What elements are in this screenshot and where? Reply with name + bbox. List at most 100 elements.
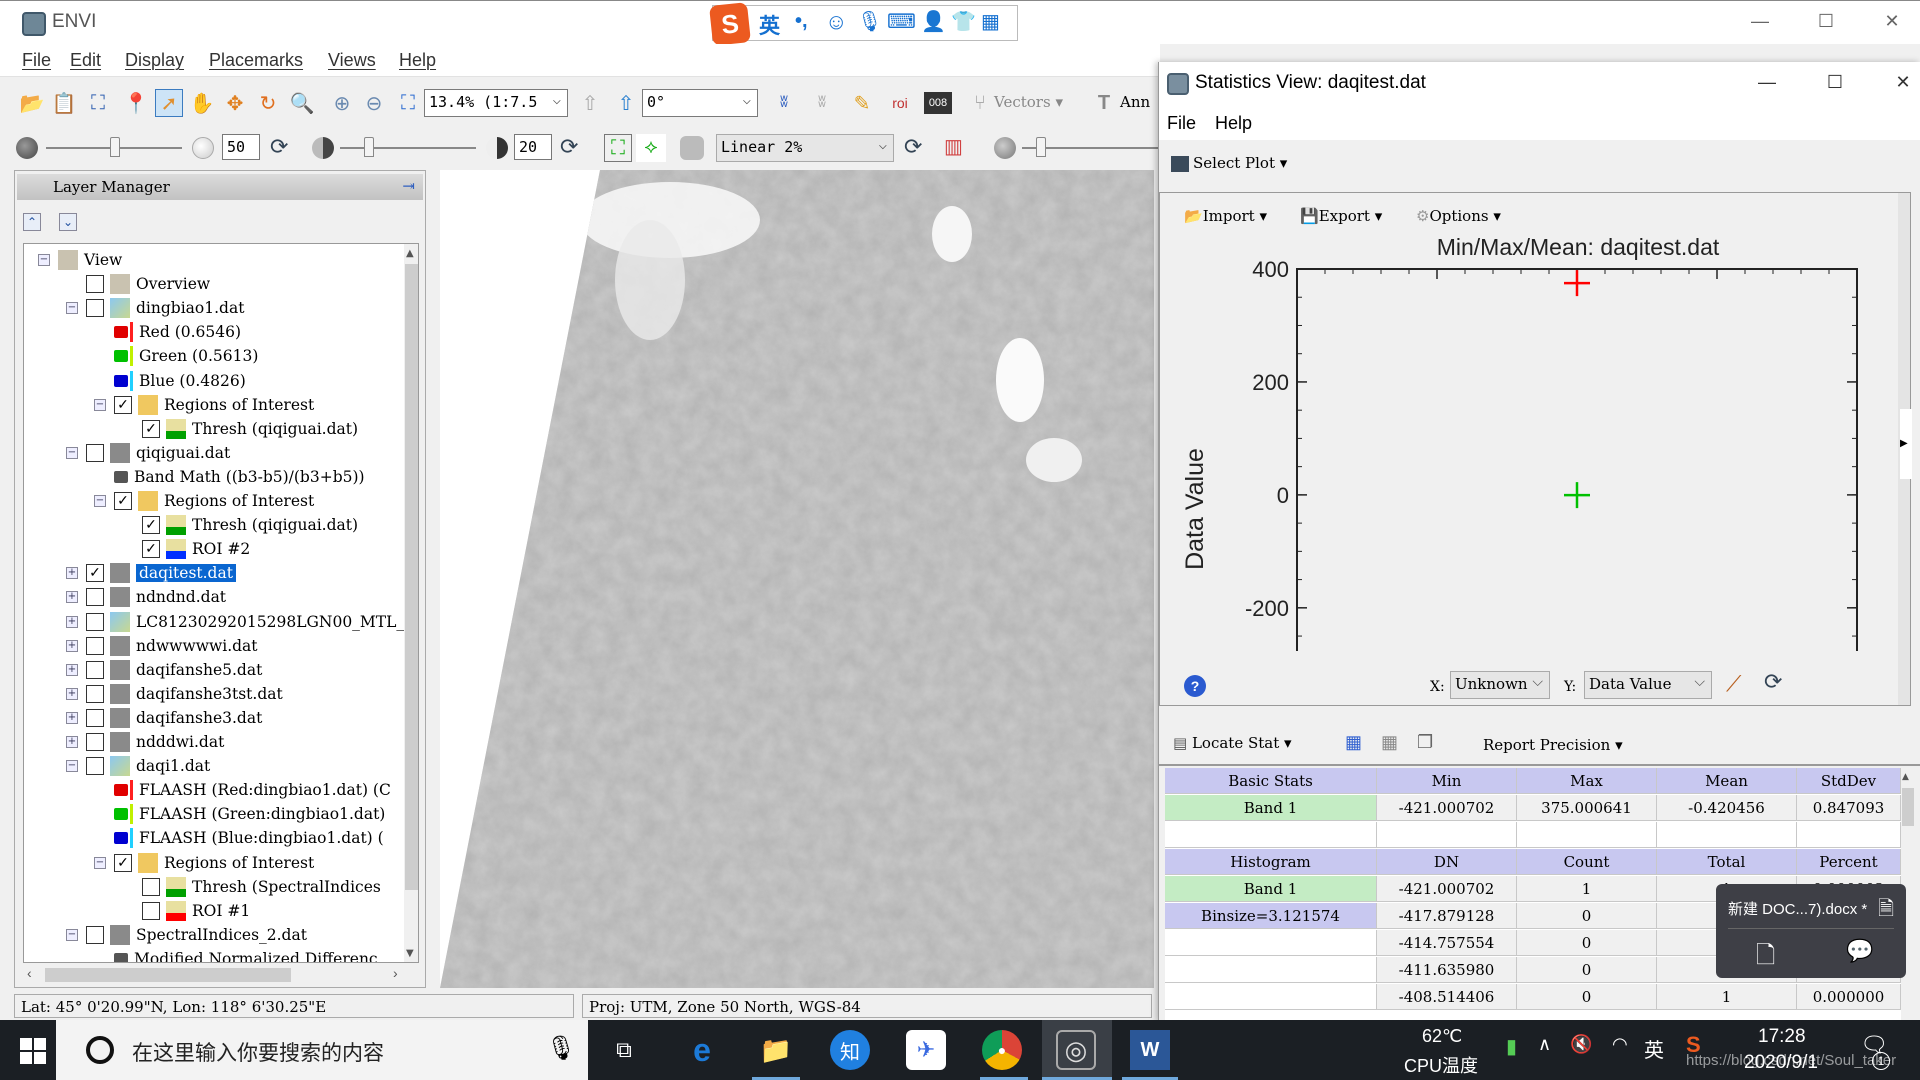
pixel-locator-icon[interactable]: 008: [924, 92, 952, 114]
annotation-icon[interactable]: T: [1090, 89, 1118, 117]
layer-checkbox[interactable]: [86, 275, 104, 294]
basic-stats-row-cell[interactable]: 0.847093: [1797, 795, 1901, 821]
chrome-icon[interactable]: ●: [982, 1030, 1022, 1070]
emoji-icon[interactable]: ☺: [825, 9, 847, 35]
layer-tree-item[interactable]: ✓ Thresh (qiqiguai.dat): [142, 417, 358, 441]
basic-stats-row-cell[interactable]: -421.000702: [1377, 795, 1517, 821]
stats-menu-file[interactable]: File: [1167, 113, 1196, 134]
export-button[interactable]: 💾Export ▾: [1300, 207, 1382, 225]
crop-icon[interactable]: ⛶: [84, 89, 112, 117]
layer-tree-item[interactable]: − qiqiguai.dat: [66, 441, 230, 465]
clipboard-icon[interactable]: 📋: [50, 89, 78, 117]
histogram-row-cell[interactable]: 0.000000: [1797, 984, 1901, 1010]
histogram-row-cell[interactable]: Binsize=3.121574: [1165, 903, 1377, 929]
reset-contrast-icon[interactable]: ⟳: [560, 134, 578, 160]
expand-icon[interactable]: +: [66, 639, 78, 652]
new-file-icon[interactable]: 🗋: [1756, 938, 1775, 979]
data-extent-icon[interactable]: ⟡: [636, 134, 666, 162]
layer-checkbox[interactable]: ✓: [114, 853, 132, 872]
layer-checkbox[interactable]: ✓: [86, 564, 104, 583]
file-icon[interactable]: 🗎: [1878, 894, 1894, 928]
blank-row-cell[interactable]: [1517, 822, 1657, 848]
layer-checkbox[interactable]: [86, 299, 104, 318]
basic-stats-row-cell[interactable]: Band 1: [1165, 795, 1377, 821]
image-view[interactable]: [440, 170, 1154, 988]
collapse-icon[interactable]: −: [66, 928, 78, 941]
brightness-input[interactable]: 50: [222, 134, 260, 160]
stats-close-button[interactable]: ✕: [1883, 72, 1920, 93]
layer-tree-item[interactable]: − SpectralIndices_2.dat: [66, 923, 307, 947]
feishu-icon[interactable]: ✈: [906, 1030, 946, 1070]
expand-icon[interactable]: +: [66, 687, 78, 700]
contrast-slider[interactable]: [340, 147, 476, 149]
blank-row-cell[interactable]: [1797, 822, 1901, 848]
blank-row-cell[interactable]: [1657, 822, 1797, 848]
expand-icon[interactable]: +: [66, 736, 78, 748]
stats-minimize-button[interactable]: —: [1747, 72, 1787, 93]
import-button[interactable]: 📂Import ▾: [1184, 207, 1267, 225]
layer-tree-item[interactable]: + ndwwwwwi.dat: [66, 634, 258, 658]
zoom-out-icon[interactable]: ⊖: [360, 89, 388, 117]
layer-tree-item[interactable]: Blue (0.4826): [114, 369, 246, 393]
collapse-icon[interactable]: −: [94, 398, 106, 411]
north-up-icon[interactable]: ⇧: [576, 89, 604, 117]
wifi-icon[interactable]: ◠: [1612, 1034, 1628, 1055]
scrollbar-thumb[interactable]: [1902, 788, 1914, 826]
layer-tree-item[interactable]: ✓ Thresh (qiqiguai.dat): [142, 513, 358, 537]
collapse-icon[interactable]: −: [66, 446, 78, 459]
zoom-in-icon[interactable]: ⊕: [328, 89, 356, 117]
histogram-row-cell[interactable]: [1165, 930, 1377, 956]
dock-icon[interactable]: ⇥: [402, 177, 415, 195]
y-axis-select[interactable]: Data Value ⌵: [1584, 671, 1712, 699]
stats-maximize-button[interactable]: ☐: [1815, 72, 1855, 93]
histogram-row-cell[interactable]: 0: [1517, 930, 1657, 956]
histogram-row-cell[interactable]: 1: [1517, 876, 1657, 902]
histogram-row-cell[interactable]: 0: [1517, 903, 1657, 929]
histogram-row-cell[interactable]: -421.000702: [1377, 876, 1517, 902]
open-file-icon[interactable]: 📂: [18, 89, 46, 117]
layer-tree-item[interactable]: + LC81230292015298LGN00_MTL_Mul: [66, 610, 418, 634]
task-view-icon[interactable]: ⧉: [604, 1030, 644, 1070]
layer-tree-item[interactable]: + ✓ daqitest.dat: [66, 561, 236, 585]
stretch-combo[interactable]: Linear 2% ⌵: [716, 134, 894, 162]
layer-tree-item[interactable]: + daqifanshe3tst.dat: [66, 682, 283, 706]
sogou-icon[interactable]: S: [709, 2, 751, 46]
close-button[interactable]: ✕: [1872, 11, 1912, 32]
basic-stats-row-cell[interactable]: 375.000641: [1517, 795, 1657, 821]
rotate-icon[interactable]: ↻: [254, 89, 282, 117]
histogram-row-cell[interactable]: [1165, 957, 1377, 983]
histogram-row-cell[interactable]: -411.635980: [1377, 957, 1517, 983]
minimize-button[interactable]: —: [1740, 11, 1780, 32]
layer-tree-hscrollbar[interactable]: ‹ ›: [23, 965, 419, 985]
layer-tree-item[interactable]: FLAASH (Green:dingbiao1.dat): [114, 802, 385, 826]
rotation-combo[interactable]: 0° ⌵: [642, 89, 758, 117]
blend-icon[interactable]: ʬ: [808, 89, 836, 117]
layer-checkbox[interactable]: [86, 612, 104, 631]
layer-tree-item[interactable]: − ✓ Regions of Interest: [94, 489, 314, 513]
stretch-type-icon[interactable]: [680, 136, 704, 160]
scroll-down-icon[interactable]: ▼: [406, 948, 414, 959]
user-icon[interactable]: 👤: [921, 9, 946, 34]
reset-brightness-icon[interactable]: ⟳: [270, 134, 288, 160]
histogram-row-cell[interactable]: [1165, 984, 1377, 1010]
layer-checkbox[interactable]: [86, 733, 104, 751]
zoom-fit-icon[interactable]: 🔍: [288, 89, 316, 117]
crosshair-icon[interactable]: ✎: [848, 89, 876, 117]
select-plot-button[interactable]: Select Plot ▾: [1171, 154, 1287, 172]
options-button[interactable]: ⚙Options ▾: [1416, 207, 1501, 225]
volume-muted-icon[interactable]: 🔇: [1570, 1034, 1592, 1055]
copy-icon[interactable]: ❐: [1417, 732, 1433, 753]
menu-help[interactable]: Help: [399, 50, 436, 71]
layer-checkbox[interactable]: ✓: [142, 419, 160, 438]
scroll-up-icon[interactable]: ▲: [406, 248, 414, 259]
layer-tree-item[interactable]: − ✓ Regions of Interest: [94, 851, 314, 875]
line-style-icon[interactable]: ⟋: [1726, 671, 1741, 697]
layer-checkbox[interactable]: ✓: [114, 395, 132, 414]
ime-punct[interactable]: •,: [795, 10, 808, 33]
scroll-up-icon[interactable]: ▲: [1902, 772, 1909, 782]
satellite-image[interactable]: [440, 170, 1154, 988]
layer-checkbox[interactable]: [86, 660, 104, 679]
contrast-slider-thumb[interactable]: [364, 137, 374, 157]
annotations-button[interactable]: Ann: [1120, 93, 1150, 111]
windows-start-icon[interactable]: [20, 1038, 46, 1064]
